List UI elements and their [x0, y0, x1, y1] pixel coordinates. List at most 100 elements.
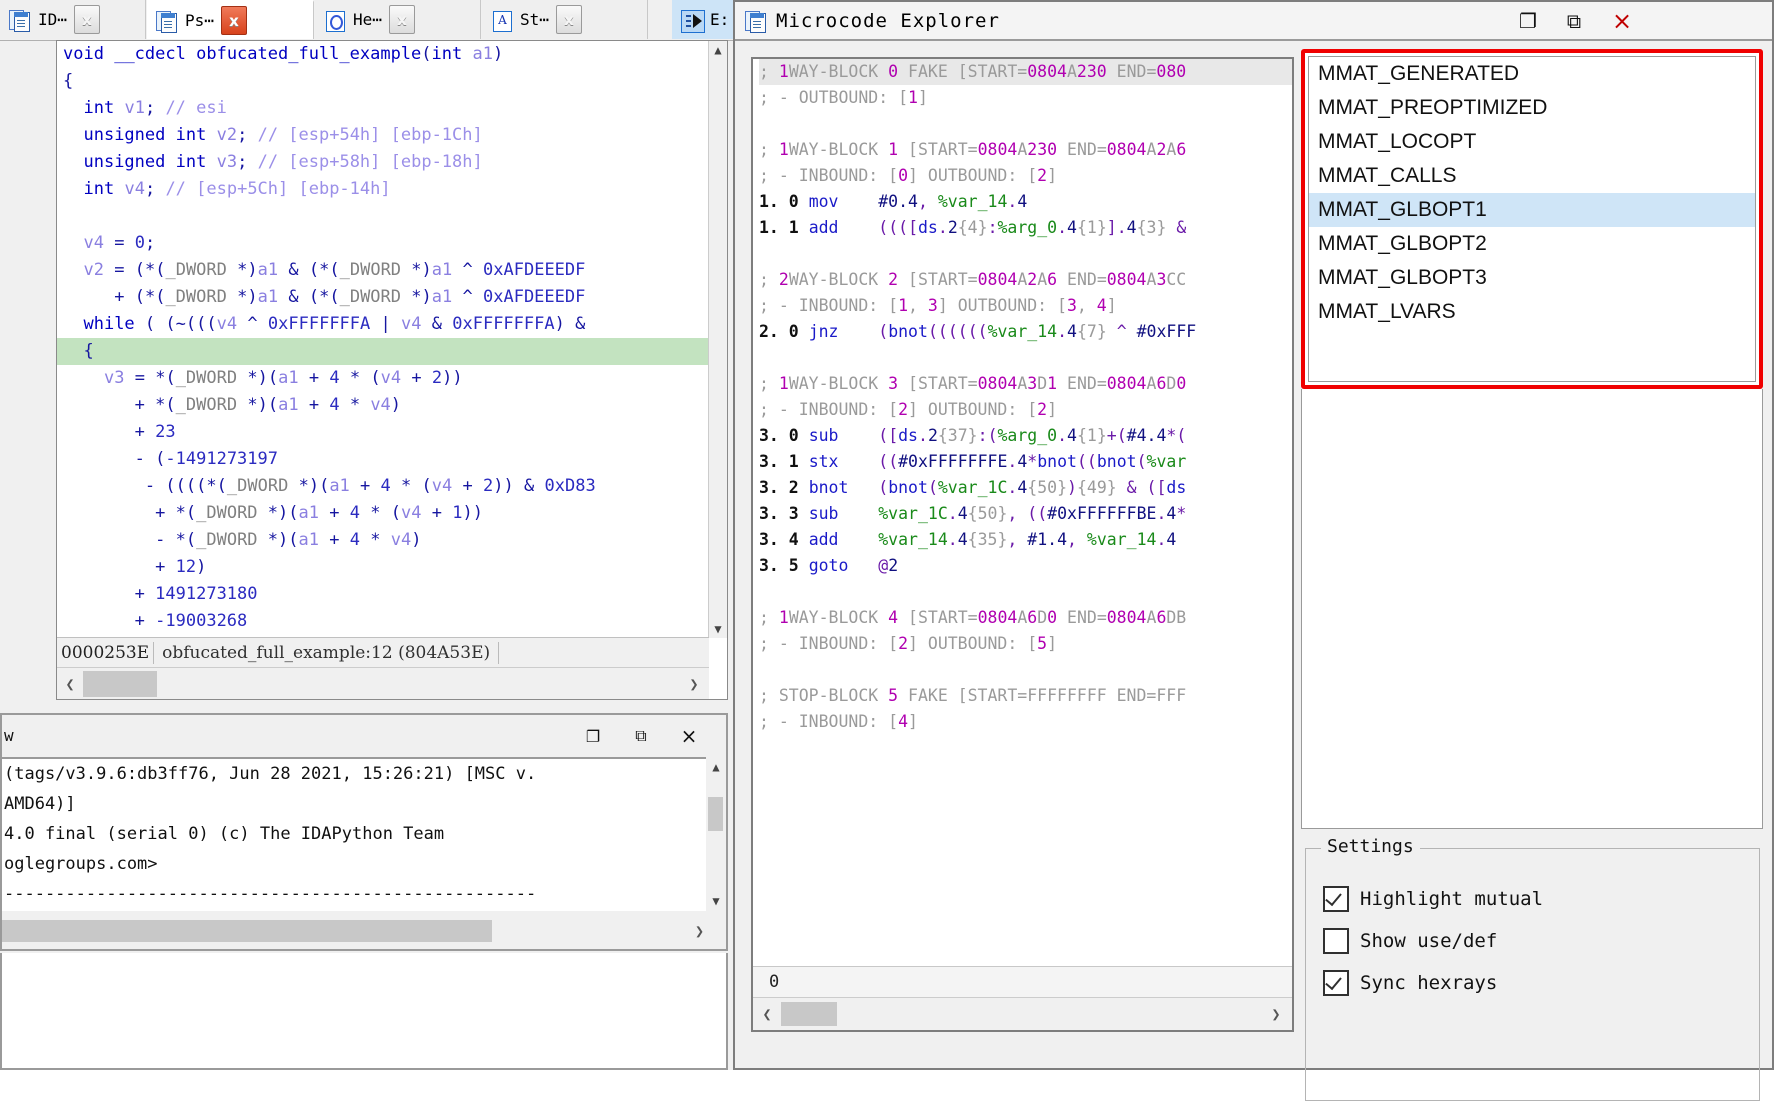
microcode-line[interactable]: ; 1WAY-BLOCK 4 [START=0804A6D0 END=0804A… [759, 605, 1292, 631]
pseudocode-line[interactable]: 18 + *(_DWORD *)(a1 + 4 * (v4 + 1)) [57, 500, 709, 527]
microcode-line[interactable]: ; - OUTBOUND: [1] [759, 85, 1292, 111]
scroll-left-icon[interactable]: ❮ [753, 1005, 781, 1023]
pseudocode-line[interactable]: 12 { [57, 338, 709, 365]
close-icon[interactable]: × [1600, 7, 1644, 35]
scroll-down-icon[interactable]: ▼ [709, 620, 727, 638]
output-text[interactable]: (tags/v3.9.6:db3ff76, Jun 28 2021, 15:26… [2, 757, 706, 911]
microcode-line[interactable]: ; 1WAY-BLOCK 3 [START=0804A3D1 END=0804A… [759, 371, 1292, 397]
scroll-right-icon[interactable]: ❯ [695, 922, 704, 940]
maturity-list-item[interactable]: MMAT_GLBOPT3 [1309, 261, 1755, 295]
microcode-line[interactable]: 1. 0 mov #0.4, %var_14.4 [759, 189, 1292, 215]
setting-sync-hexrays[interactable]: Sync hexrays [1323, 970, 1497, 996]
scrollbar-thumb[interactable] [781, 1002, 837, 1026]
pseudocode-line[interactable]: 6 int v4; // [esp+5Ch] [ebp-14h] [57, 176, 709, 203]
maturity-list-item[interactable]: MMAT_GLBOPT2 [1309, 227, 1755, 261]
microcode-line[interactable]: 2. 0 jnz (bnot((((((%var_14.4{7} ^ #0xFF… [759, 319, 1292, 345]
tab-close-icon[interactable]: x [220, 6, 247, 35]
pseudocode-horizontal-scrollbar[interactable]: ❮ ❯ [57, 667, 709, 699]
maturity-list-item[interactable]: MMAT_CALLS [1309, 159, 1755, 193]
microcode-title-bar[interactable]: Microcode Explorer ❐ ⧉ × [735, 2, 1772, 39]
maturity-list-item[interactable]: MMAT_GENERATED [1309, 57, 1755, 91]
pseudocode-line[interactable]: 9 v2 = (*(_DWORD *)a1 & (*(_DWORD *)a1 ^… [57, 257, 709, 284]
maximize-icon[interactable]: ❐ [580, 725, 606, 747]
tab-structures[interactable]: A St⋯ x [482, 0, 648, 39]
setting-highlight-mutual[interactable]: Highlight mutual [1323, 886, 1543, 912]
microcode-line[interactable]: 3. 3 sub %var_1C.4{50}, ((#0xFFFFFFBE.4* [759, 501, 1292, 527]
scroll-up-icon[interactable]: ▲ [709, 41, 727, 59]
checkbox-icon[interactable] [1323, 928, 1349, 954]
maturity-list-item[interactable]: MMAT_LOCOPT [1309, 125, 1755, 159]
tab-close-icon[interactable]: x [555, 5, 582, 34]
microcode-line[interactable]: 3. 0 sub ([ds.2{37}:(%arg_0.4{1}+(#4.4*( [759, 423, 1292, 449]
tab-pseudocode[interactable]: Ps⋯ x [147, 0, 314, 39]
scroll-down-icon[interactable]: ▼ [706, 891, 726, 911]
microcode-line[interactable] [759, 657, 1292, 683]
microcode-line[interactable]: ; - INBOUND: [2] OUTBOUND: [2] [759, 397, 1292, 423]
output-horizontal-scrollbar[interactable]: ❯ [2, 913, 726, 949]
pseudocode-line[interactable]: 1void __cdecl obfucated_full_example(int… [57, 41, 709, 68]
restore-icon[interactable]: ⧉ [628, 725, 654, 747]
tab-ida-view[interactable]: ID⋯ x [0, 0, 146, 39]
maximize-icon[interactable]: ❐ [1506, 7, 1550, 35]
microcode-line[interactable] [759, 241, 1292, 267]
microcode-line[interactable]: ; - INBOUND: [4] [759, 709, 1292, 735]
microcode-line[interactable]: ; 2WAY-BLOCK 2 [START=0804A2A6 END=0804A… [759, 267, 1292, 293]
pseudocode-line[interactable]: 7 [57, 203, 709, 230]
microcode-line[interactable]: ; 1WAY-BLOCK 0 FAKE [START=0804A230 END=… [759, 59, 1292, 85]
pseudocode-line[interactable]: 22 + -19003268 [57, 608, 709, 635]
pseudocode-text[interactable]: 1void __cdecl obfucated_full_example(int… [57, 41, 709, 638]
maturity-list-item[interactable]: MMAT_LVARS [1309, 295, 1755, 329]
scrollbar-thumb[interactable] [708, 797, 723, 831]
microcode-line[interactable]: 3. 2 bnot (bnot(%var_1C.4{50}){49} & ([d… [759, 475, 1292, 501]
pseudocode-line[interactable]: 10 + (*(_DWORD *)a1 & (*(_DWORD *)a1 ^ 0… [57, 284, 709, 311]
scroll-right-icon[interactable]: ❯ [681, 675, 707, 693]
pseudocode-line[interactable]: 17 - ((((*(_DWORD *)(a1 + 4 * (v4 + 2)) … [57, 473, 709, 500]
checkbox-icon[interactable] [1323, 886, 1349, 912]
pseudocode-line[interactable]: 14 + *(_DWORD *)(a1 + 4 * v4) [57, 392, 709, 419]
pseudocode-line[interactable]: 20 + 12) [57, 554, 709, 581]
pseudocode-line[interactable]: 15 + 23 [57, 419, 709, 446]
maturity-level-list[interactable]: MMAT_GENERATED MMAT_PREOPTIMIZED MMAT_LOCO… [1308, 56, 1756, 382]
scroll-up-icon[interactable]: ▲ [706, 757, 726, 777]
close-icon[interactable]: × [676, 724, 702, 748]
microcode-line[interactable]: ; - INBOUND: [0] OUTBOUND: [2] [759, 163, 1292, 189]
microcode-horizontal-scrollbar[interactable]: ❮ ❯ [753, 997, 1292, 1030]
microcode-line[interactable]: 3. 5 goto @2 [759, 553, 1292, 579]
tab-hex-view[interactable]: He⋯ x [315, 0, 481, 39]
microcode-line[interactable] [759, 345, 1292, 371]
pseudocode-line[interactable]: 13 v3 = *(_DWORD *)(a1 + 4 * (v4 + 2)) [57, 365, 709, 392]
checkbox-icon[interactable] [1323, 970, 1349, 996]
microcode-line[interactable]: 1. 1 add ((([ds.2{4}:%arg_0.4{1}].4{3} & [759, 215, 1292, 241]
pseudocode-line[interactable]: 19 - *(_DWORD *)(a1 + 4 * v4) [57, 527, 709, 554]
pseudocode-line[interactable]: 3 int v1; // esi [57, 95, 709, 122]
scrollbar-thumb[interactable] [83, 670, 157, 697]
microcode-line[interactable] [759, 579, 1292, 605]
microcode-listing-text[interactable]: ; 1WAY-BLOCK 0 FAKE [START=0804A230 END=… [753, 59, 1292, 965]
maturity-list-item[interactable]: MMAT_GLBOPT1 [1309, 193, 1755, 227]
pseudocode-line[interactable]: 5 unsigned int v3; // [esp+58h] [ebp-18h… [57, 149, 709, 176]
setting-show-use-def[interactable]: Show use/def [1323, 928, 1497, 954]
scrollbar-thumb[interactable] [2, 920, 492, 942]
microcode-line[interactable]: ; STOP-BLOCK 5 FAKE [START=FFFFFFFF END=… [759, 683, 1292, 709]
microcode-line[interactable]: 3. 1 stx ((#0xFFFFFFFE.4*bnot((bnot(%var [759, 449, 1292, 475]
microcode-line[interactable]: 3. 4 add %var_14.4{35}, #1.4, %var_14.4 [759, 527, 1292, 553]
pseudocode-line[interactable]: 11 while ( (~(((v4 ^ 0xFFFFFFFA | v4 & 0… [57, 311, 709, 338]
scroll-right-icon[interactable]: ❯ [1262, 1005, 1290, 1023]
output-vertical-scrollbar[interactable]: ▲ ▼ [706, 757, 726, 911]
tab-close-icon[interactable]: x [388, 5, 415, 34]
pseudocode-line[interactable]: 21 + 1491273180 [57, 581, 709, 608]
microcode-line[interactable] [759, 111, 1292, 137]
microcode-line[interactable]: ; 1WAY-BLOCK 1 [START=0804A230 END=0804A… [759, 137, 1292, 163]
pseudocode-line[interactable]: 16 - (-1491273197 [57, 446, 709, 473]
pseudocode-line[interactable]: 4 unsigned int v2; // [esp+54h] [ebp-1Ch… [57, 122, 709, 149]
tab-close-icon[interactable]: x [73, 5, 100, 34]
pseudocode-line[interactable]: 8 v4 = 0; [57, 230, 709, 257]
pseudocode-vertical-scrollbar[interactable]: ▲ ▼ [708, 41, 727, 638]
maturity-list-item[interactable]: MMAT_PREOPTIMIZED [1309, 91, 1755, 125]
tab-enums[interactable]: E: [672, 0, 738, 39]
scroll-left-icon[interactable]: ❮ [57, 675, 83, 693]
pseudocode-line[interactable]: 2{ [57, 68, 709, 95]
microcode-line[interactable]: ; - INBOUND: [2] OUTBOUND: [5] [759, 631, 1292, 657]
microcode-line[interactable]: ; - INBOUND: [1, 3] OUTBOUND: [3, 4] [759, 293, 1292, 319]
restore-icon[interactable]: ⧉ [1552, 7, 1596, 35]
